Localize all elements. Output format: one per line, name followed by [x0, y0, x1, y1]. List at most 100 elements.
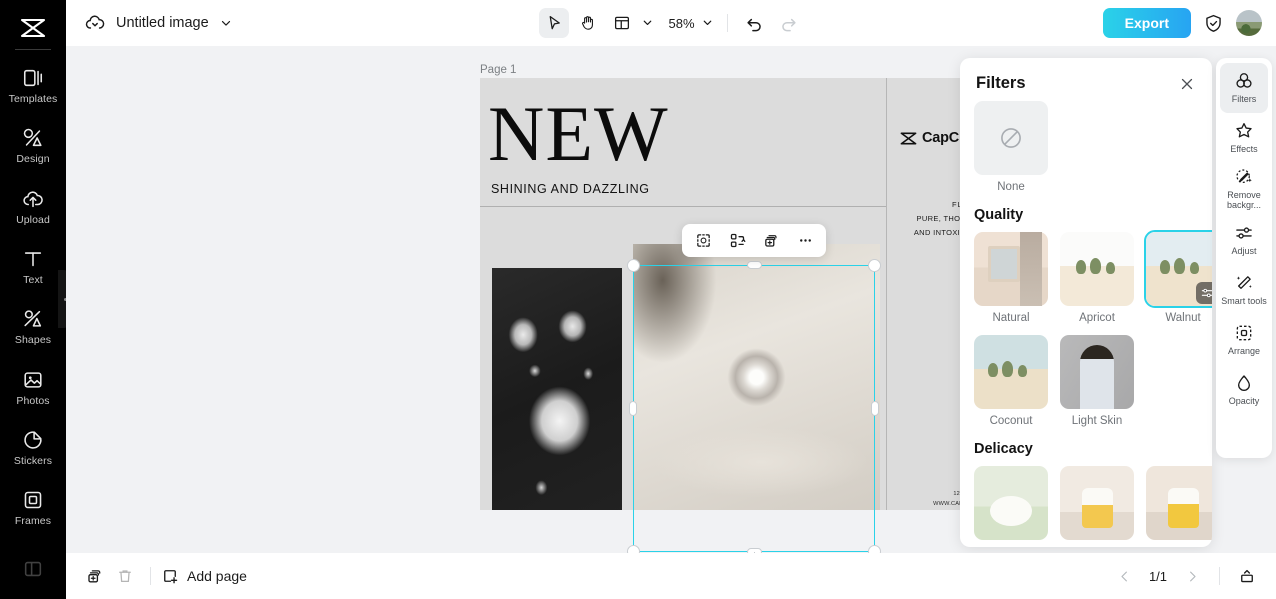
filter-item-none[interactable]: None	[974, 101, 1048, 193]
filter-label: Walnut	[1165, 312, 1201, 324]
redo-button[interactable]	[774, 8, 804, 38]
duplicate-button[interactable]	[757, 227, 785, 254]
shield-check-icon[interactable]	[1203, 13, 1224, 34]
tool-label: Adjust	[1231, 245, 1257, 256]
sidebar-item-design[interactable]: Design	[0, 116, 66, 176]
tool-label: Effects	[1230, 144, 1258, 155]
toolbar-divider	[726, 14, 728, 32]
frames-icon	[22, 489, 44, 511]
crop-cutout-icon	[695, 232, 712, 249]
sidebar-item-label: Frames	[14, 515, 52, 528]
zoom-chevron-down-icon[interactable]	[701, 16, 715, 30]
tool-label: Smart tools	[1221, 295, 1267, 306]
arrange-icon	[1234, 323, 1254, 343]
sidebar-divider	[15, 49, 51, 50]
tool-remove-background[interactable]: Remove backgr...	[1220, 163, 1268, 214]
photos-icon	[22, 369, 44, 391]
undo-button[interactable]	[740, 8, 770, 38]
tool-filters[interactable]: Filters	[1220, 63, 1268, 113]
filters-panel-body: None Quality Natural Apricot Walnut Coco…	[960, 101, 1212, 545]
sidebar-item-overflow[interactable]	[0, 539, 66, 599]
filter-thumbnail	[974, 232, 1048, 306]
zoom-level[interactable]: 58%	[665, 16, 699, 31]
duplicate-page-button[interactable]	[80, 561, 110, 591]
prev-page-button[interactable]	[1109, 561, 1139, 591]
present-button[interactable]	[1232, 561, 1262, 591]
upload-cloud-icon	[22, 188, 44, 210]
tool-smart-tools[interactable]: Smart tools	[1220, 264, 1268, 314]
filter-thumbnail	[1146, 466, 1212, 540]
cloud-save-icon[interactable]	[84, 12, 106, 34]
layout-chevron-down-icon[interactable]	[641, 16, 655, 30]
top-toolbar: Untitled image 58% Export	[66, 0, 1276, 46]
bottom-bar: Add page 1/1	[66, 553, 1276, 599]
page-label: Page 1	[480, 64, 517, 76]
more-sidebar-icon	[22, 558, 44, 580]
design-photo-diamonds[interactable]	[492, 268, 622, 510]
design-horizontal-rule	[480, 206, 886, 207]
filters-panel-title: Filters	[976, 74, 1026, 92]
design-photo-ring[interactable]	[633, 244, 880, 510]
sidebar-item-shapes[interactable]: Shapes	[0, 297, 66, 357]
sidebar-item-label: Stickers	[13, 455, 53, 468]
filter-thumbnail	[974, 466, 1048, 540]
bottom-divider	[150, 567, 151, 585]
crop-button[interactable]	[689, 227, 717, 254]
remove-background-icon	[1234, 167, 1254, 187]
export-button[interactable]: Export	[1102, 8, 1191, 38]
layout-button[interactable]	[607, 8, 637, 38]
delete-page-button[interactable]	[110, 561, 140, 591]
sidebar-item-photos[interactable]: Photos	[0, 358, 66, 418]
smart-tools-wand-icon	[1234, 273, 1254, 293]
select-tool-button[interactable]	[538, 8, 569, 38]
filter-item-delicacy-3[interactable]	[1146, 466, 1212, 540]
filter-item-walnut[interactable]: Walnut	[1144, 230, 1212, 324]
add-page-button[interactable]: Add page	[161, 567, 247, 585]
close-icon[interactable]	[1178, 75, 1196, 93]
tool-label: Remove backgr...	[1226, 190, 1262, 211]
tool-label: Opacity	[1228, 395, 1260, 406]
next-page-button[interactable]	[1177, 561, 1207, 591]
document-title[interactable]: Untitled image	[116, 15, 209, 31]
filter-item-delicacy-2[interactable]	[1060, 466, 1134, 540]
filter-item-natural[interactable]: Natural	[974, 232, 1048, 324]
filter-label: Light Skin	[1071, 415, 1123, 427]
add-page-icon	[161, 567, 179, 585]
sidebar-item-text[interactable]: Text	[0, 237, 66, 297]
capcut-logo-icon[interactable]	[20, 10, 46, 45]
object-float-toolbar	[682, 224, 826, 257]
chevron-down-icon[interactable]	[219, 16, 233, 30]
left-sidebar: Templates Design Upload Text Shapes Phot…	[0, 0, 66, 599]
tool-effects[interactable]: Effects	[1220, 113, 1268, 163]
design-headline[interactable]: NEW	[488, 95, 669, 173]
hand-tool-button[interactable]	[573, 8, 603, 38]
tool-arrange[interactable]: Arrange	[1220, 314, 1268, 364]
filter-item-light-skin[interactable]: Light Skin	[1060, 335, 1134, 427]
filter-section-title-quality: Quality	[974, 207, 1024, 223]
replace-button[interactable]	[723, 227, 751, 254]
filter-item-apricot[interactable]: Apricot	[1060, 232, 1134, 324]
add-page-label: Add page	[187, 568, 247, 584]
sidebar-item-label: Upload	[16, 213, 50, 226]
tool-label: Arrange	[1227, 345, 1261, 356]
design-subhead[interactable]: SHINING AND DAZZLING	[491, 182, 650, 196]
templates-icon	[22, 67, 44, 89]
avatar[interactable]	[1236, 10, 1262, 36]
filter-item-coconut[interactable]: Coconut	[974, 335, 1048, 427]
tool-opacity[interactable]: Opacity	[1220, 364, 1268, 414]
sidebar-item-upload[interactable]: Upload	[0, 177, 66, 237]
present-icon	[1238, 567, 1256, 585]
sidebar-item-frames[interactable]: Frames	[0, 478, 66, 538]
filter-item-delicacy-1[interactable]	[974, 466, 1048, 540]
more-button[interactable]	[791, 227, 819, 254]
sidebar-item-stickers[interactable]: Stickers	[0, 418, 66, 478]
filter-label: Coconut	[989, 415, 1033, 427]
artboard[interactable]: NEW SHINING AND DAZZLING CapCut FLICKER …	[480, 78, 994, 510]
sidebar-item-label: Templates	[8, 93, 58, 106]
filter-thumbnail	[1060, 232, 1134, 306]
sliders-icon[interactable]	[1196, 282, 1212, 304]
sidebar-item-templates[interactable]: Templates	[0, 56, 66, 116]
text-icon	[22, 248, 44, 270]
tool-adjust[interactable]: Adjust	[1220, 214, 1268, 264]
stickers-icon	[22, 429, 44, 451]
